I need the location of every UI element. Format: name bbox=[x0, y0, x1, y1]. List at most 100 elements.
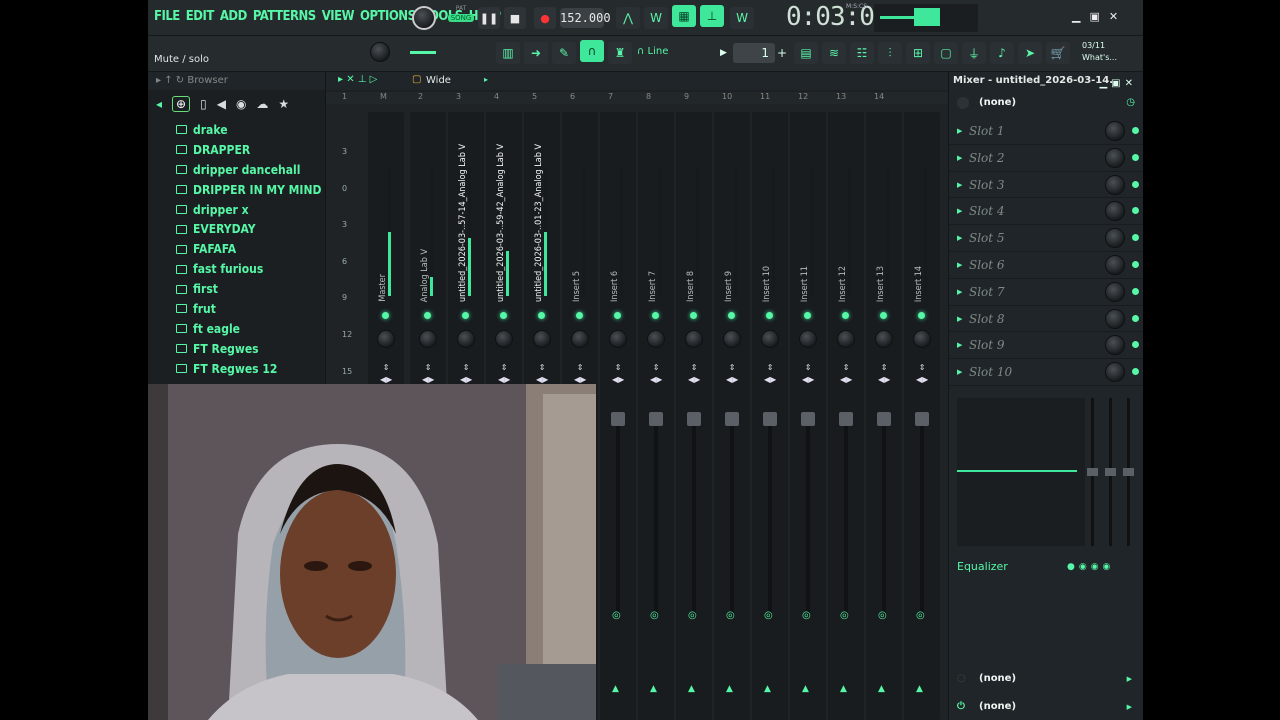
browser-back-icon[interactable]: ◂ bbox=[156, 97, 162, 111]
clock-icon[interactable]: ◷ bbox=[1126, 92, 1135, 114]
volume-fader[interactable] bbox=[915, 412, 929, 426]
effect-slot[interactable]: ▶ Slot 7 bbox=[949, 279, 1143, 306]
pan-knob[interactable] bbox=[837, 330, 855, 348]
expand-icon[interactable]: ▶ bbox=[957, 332, 962, 359]
stereo-separation-icon[interactable]: ⇕ ◀▶ bbox=[916, 362, 928, 386]
browser-nav-icons[interactable]: ▸ ↑ ↻ bbox=[156, 75, 187, 86]
route-arrow-icon[interactable]: ▲ bbox=[726, 684, 733, 694]
loop-record-icon[interactable]: W bbox=[730, 7, 754, 29]
link-icon[interactable]: ◎ bbox=[650, 610, 659, 621]
mute-led[interactable] bbox=[918, 312, 925, 319]
pan-knob[interactable] bbox=[609, 330, 627, 348]
stereo-separation-icon[interactable]: ⇕ ◀▶ bbox=[802, 362, 814, 386]
mute-led[interactable] bbox=[766, 312, 773, 319]
view-arrow-icon[interactable]: ▸ bbox=[484, 75, 488, 84]
stereo-separation-icon[interactable]: ⇕ ◀▶ bbox=[460, 362, 472, 386]
expand-icon[interactable]: ▶ bbox=[957, 198, 962, 225]
mute-led[interactable] bbox=[804, 312, 811, 319]
link-icon[interactable]: ◎ bbox=[726, 610, 735, 621]
folder-item[interactable]: fast furious bbox=[176, 259, 325, 279]
stereo-separation-icon[interactable]: ⇕ ◀▶ bbox=[536, 362, 548, 386]
mixer-icon[interactable]: ⫶ bbox=[878, 42, 902, 64]
pan-knob[interactable] bbox=[571, 330, 589, 348]
effect-slot[interactable]: ▶ Slot 10 bbox=[949, 359, 1143, 386]
mute-led[interactable] bbox=[382, 312, 389, 319]
menu-item-edit[interactable]: EDIT bbox=[186, 9, 215, 24]
stereo-separation-icon[interactable]: ⇕ ◀▶ bbox=[764, 362, 776, 386]
mixer-track[interactable]: Insert 7 ⇕ ◀▶ ◎ ▲ bbox=[638, 112, 674, 720]
slot-enable-led[interactable] bbox=[1132, 234, 1139, 242]
eq-knobs[interactable]: ●◉◉◉ bbox=[1067, 562, 1114, 572]
slot-enable-led[interactable] bbox=[1132, 341, 1139, 349]
pan-knob[interactable] bbox=[495, 330, 513, 348]
globe-icon[interactable]: ◉ bbox=[236, 97, 246, 111]
link-icon[interactable]: ◎ bbox=[612, 610, 621, 621]
share-icon[interactable]: ➤ bbox=[1018, 42, 1042, 64]
eq-band-faders[interactable] bbox=[1085, 398, 1135, 546]
effect-slot[interactable]: ▶ Slot 8 bbox=[949, 306, 1143, 333]
folder-item[interactable]: first bbox=[176, 279, 325, 299]
menu-item-view[interactable]: VIEW bbox=[322, 9, 355, 24]
piano-roll-icon[interactable]: ▥ bbox=[496, 42, 520, 64]
pan-knob[interactable] bbox=[533, 330, 551, 348]
slot-enable-led[interactable] bbox=[1132, 314, 1139, 322]
folder-item[interactable]: ft eagle bbox=[176, 319, 325, 339]
mixer-header-tool-icons[interactable]: ▸ ✕ ⊥ ▷ bbox=[338, 74, 377, 85]
expand-icon[interactable]: ▶ bbox=[957, 252, 962, 279]
mute-led[interactable] bbox=[500, 312, 507, 319]
menu-item-options[interactable]: OPTIONS bbox=[360, 9, 416, 24]
slot-mix-knob[interactable] bbox=[1105, 335, 1125, 356]
mute-led[interactable] bbox=[576, 312, 583, 319]
mixer-track[interactable]: Insert 12 ⇕ ◀▶ ◎ ▲ bbox=[828, 112, 864, 720]
countdown-icon[interactable]: ▦ bbox=[672, 5, 696, 27]
playlist-icon[interactable]: ▤ bbox=[794, 42, 818, 64]
pat-song-toggle[interactable]: PAT SONG bbox=[448, 5, 474, 29]
slot-mix-knob[interactable] bbox=[1105, 362, 1125, 383]
expand-icon[interactable]: ▶ bbox=[957, 306, 962, 333]
mixer-track[interactable]: Insert 6 ⇕ ◀▶ ◎ ▲ bbox=[600, 112, 636, 720]
volume-fader[interactable] bbox=[877, 412, 891, 426]
volume-fader[interactable] bbox=[763, 412, 777, 426]
effect-slot[interactable]: ▶ Slot 2 bbox=[949, 145, 1143, 172]
slot-mix-knob[interactable] bbox=[1105, 201, 1125, 222]
pan-knob[interactable] bbox=[913, 330, 931, 348]
metronome-icon[interactable]: ⋀ bbox=[616, 7, 640, 29]
route-arrow-icon[interactable]: ▲ bbox=[802, 684, 809, 694]
slot-enable-led[interactable] bbox=[1132, 260, 1139, 268]
mixer-track[interactable]: Insert 14 ⇕ ◀▶ ◎ ▲ bbox=[904, 112, 940, 720]
stamp-icon[interactable]: ♜ bbox=[608, 42, 632, 64]
mute-led[interactable] bbox=[538, 312, 545, 319]
window-controls[interactable]: ▁▣✕ bbox=[1072, 10, 1127, 23]
arrow-icon[interactable]: ➜ bbox=[524, 42, 548, 64]
expand-icon[interactable]: ▶ bbox=[957, 279, 962, 306]
output-select-2[interactable]: ⏻ (none) ▶ bbox=[953, 696, 1138, 718]
route-arrow-icon[interactable]: ▲ bbox=[840, 684, 847, 694]
mic-icon[interactable]: ♪ bbox=[990, 42, 1014, 64]
slot-enable-led[interactable] bbox=[1132, 153, 1139, 161]
expand-icon[interactable]: ▶ bbox=[957, 118, 962, 145]
step-edit-icon[interactable]: ⊥ bbox=[700, 5, 724, 27]
route-arrow-icon[interactable]: ▲ bbox=[650, 684, 657, 694]
folder-item[interactable]: DRAPPER bbox=[176, 140, 325, 160]
slot-enable-led[interactable] bbox=[1132, 207, 1139, 215]
slot-mix-knob[interactable] bbox=[1105, 174, 1125, 195]
master-slider[interactable] bbox=[410, 51, 436, 54]
stereo-separation-icon[interactable]: ⇕ ◀▶ bbox=[726, 362, 738, 386]
effect-slot[interactable]: ▶ Slot 3 bbox=[949, 172, 1143, 199]
pattern-prev-icon[interactable]: ▶ bbox=[720, 48, 727, 58]
stereo-separation-icon[interactable]: ⇕ ◀▶ bbox=[380, 362, 392, 386]
folder-item[interactable]: dripper x bbox=[176, 200, 325, 220]
slot-enable-led[interactable] bbox=[1132, 127, 1139, 134]
slot-enable-led[interactable] bbox=[1132, 180, 1139, 188]
pause-button[interactable]: ❚❚ bbox=[478, 7, 500, 29]
menu-item-add[interactable]: ADD bbox=[220, 9, 247, 24]
effect-slot[interactable]: ▶ Slot 5 bbox=[949, 225, 1143, 252]
wait-icon[interactable]: W bbox=[644, 7, 668, 29]
plugin-picker-icon[interactable]: ⊞ bbox=[906, 42, 930, 64]
star-icon[interactable]: ★ bbox=[278, 97, 289, 111]
stereo-separation-icon[interactable]: ⇕ ◀▶ bbox=[688, 362, 700, 386]
stereo-separation-icon[interactable]: ⇕ ◀▶ bbox=[422, 362, 434, 386]
mute-led[interactable] bbox=[842, 312, 849, 319]
mute-led[interactable] bbox=[728, 312, 735, 319]
mute-led[interactable] bbox=[424, 312, 431, 319]
